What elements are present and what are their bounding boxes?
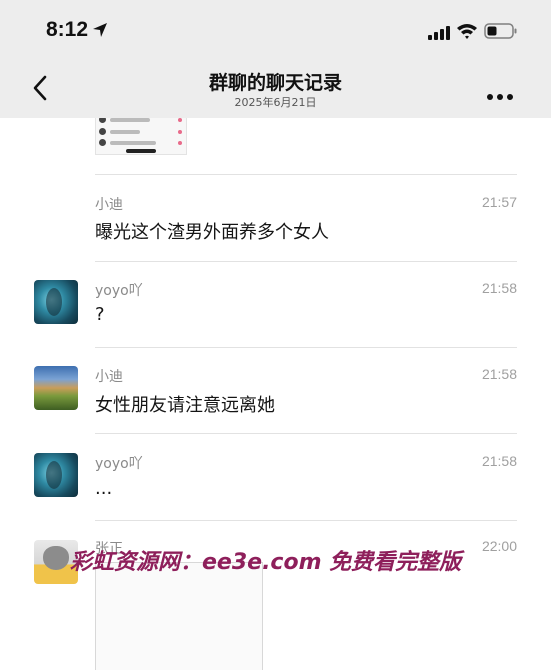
sender-name: yoyo吖 — [95, 456, 143, 472]
sender-name: yoyo吖 — [95, 283, 143, 299]
image-message[interactable] — [95, 562, 263, 670]
thumb-badge — [178, 118, 182, 122]
signal-icon — [428, 25, 452, 44]
thumb-avatar — [99, 139, 106, 146]
status-time: 8:12 — [46, 18, 89, 41]
nav-bar: 群聊的聊天记录 2025年6月21日 — [0, 60, 551, 118]
battery-icon — [484, 23, 518, 43]
page-subtitle: 2025年6月21日 — [234, 96, 317, 109]
chat-history[interactable]: 小迪 21:57 曝光这个渣男外面养多个女人 yoyo吖 21:58 ? 小迪 … — [0, 118, 551, 670]
message-text: 女性朋友请注意远离她 — [95, 395, 275, 416]
message-time: 21:57 — [481, 194, 517, 210]
thumb-badge — [178, 130, 182, 134]
watermark-text: 彩虹资源网：ee3e.com 免费看完整版 — [70, 550, 462, 575]
thumb-line — [110, 118, 150, 122]
thumb-avatar — [99, 128, 106, 135]
wifi-icon — [456, 22, 478, 44]
sender-name: 小迪 — [95, 369, 123, 385]
thumb-badge — [178, 141, 182, 145]
divider — [95, 261, 517, 262]
message-time: 21:58 — [481, 280, 517, 296]
sender-name: 小迪 — [95, 197, 123, 213]
message-text: ? — [95, 304, 105, 325]
divider — [95, 174, 517, 175]
message-time: 21:58 — [481, 453, 517, 469]
thumb-avatar — [99, 118, 106, 123]
message-text: ... — [95, 478, 113, 499]
thumb-line — [110, 130, 140, 134]
avatar[interactable] — [34, 366, 78, 410]
message-time: 21:58 — [481, 366, 517, 382]
thumb-line — [110, 141, 156, 145]
more-dots-icon[interactable] — [486, 86, 514, 105]
page-title: 群聊的聊天记录 — [208, 72, 342, 94]
avatar[interactable] — [34, 280, 78, 324]
image-thumbnail[interactable] — [95, 118, 187, 155]
thumb-line — [126, 149, 156, 153]
avatar[interactable] — [34, 453, 78, 497]
location-arrow-icon — [92, 22, 108, 42]
divider — [95, 347, 517, 348]
status-bar: 8:12 — [0, 0, 551, 60]
message-time: 22:00 — [481, 538, 517, 554]
message-text: 曝光这个渣男外面养多个女人 — [95, 222, 329, 243]
divider — [95, 433, 517, 434]
divider — [95, 520, 517, 521]
